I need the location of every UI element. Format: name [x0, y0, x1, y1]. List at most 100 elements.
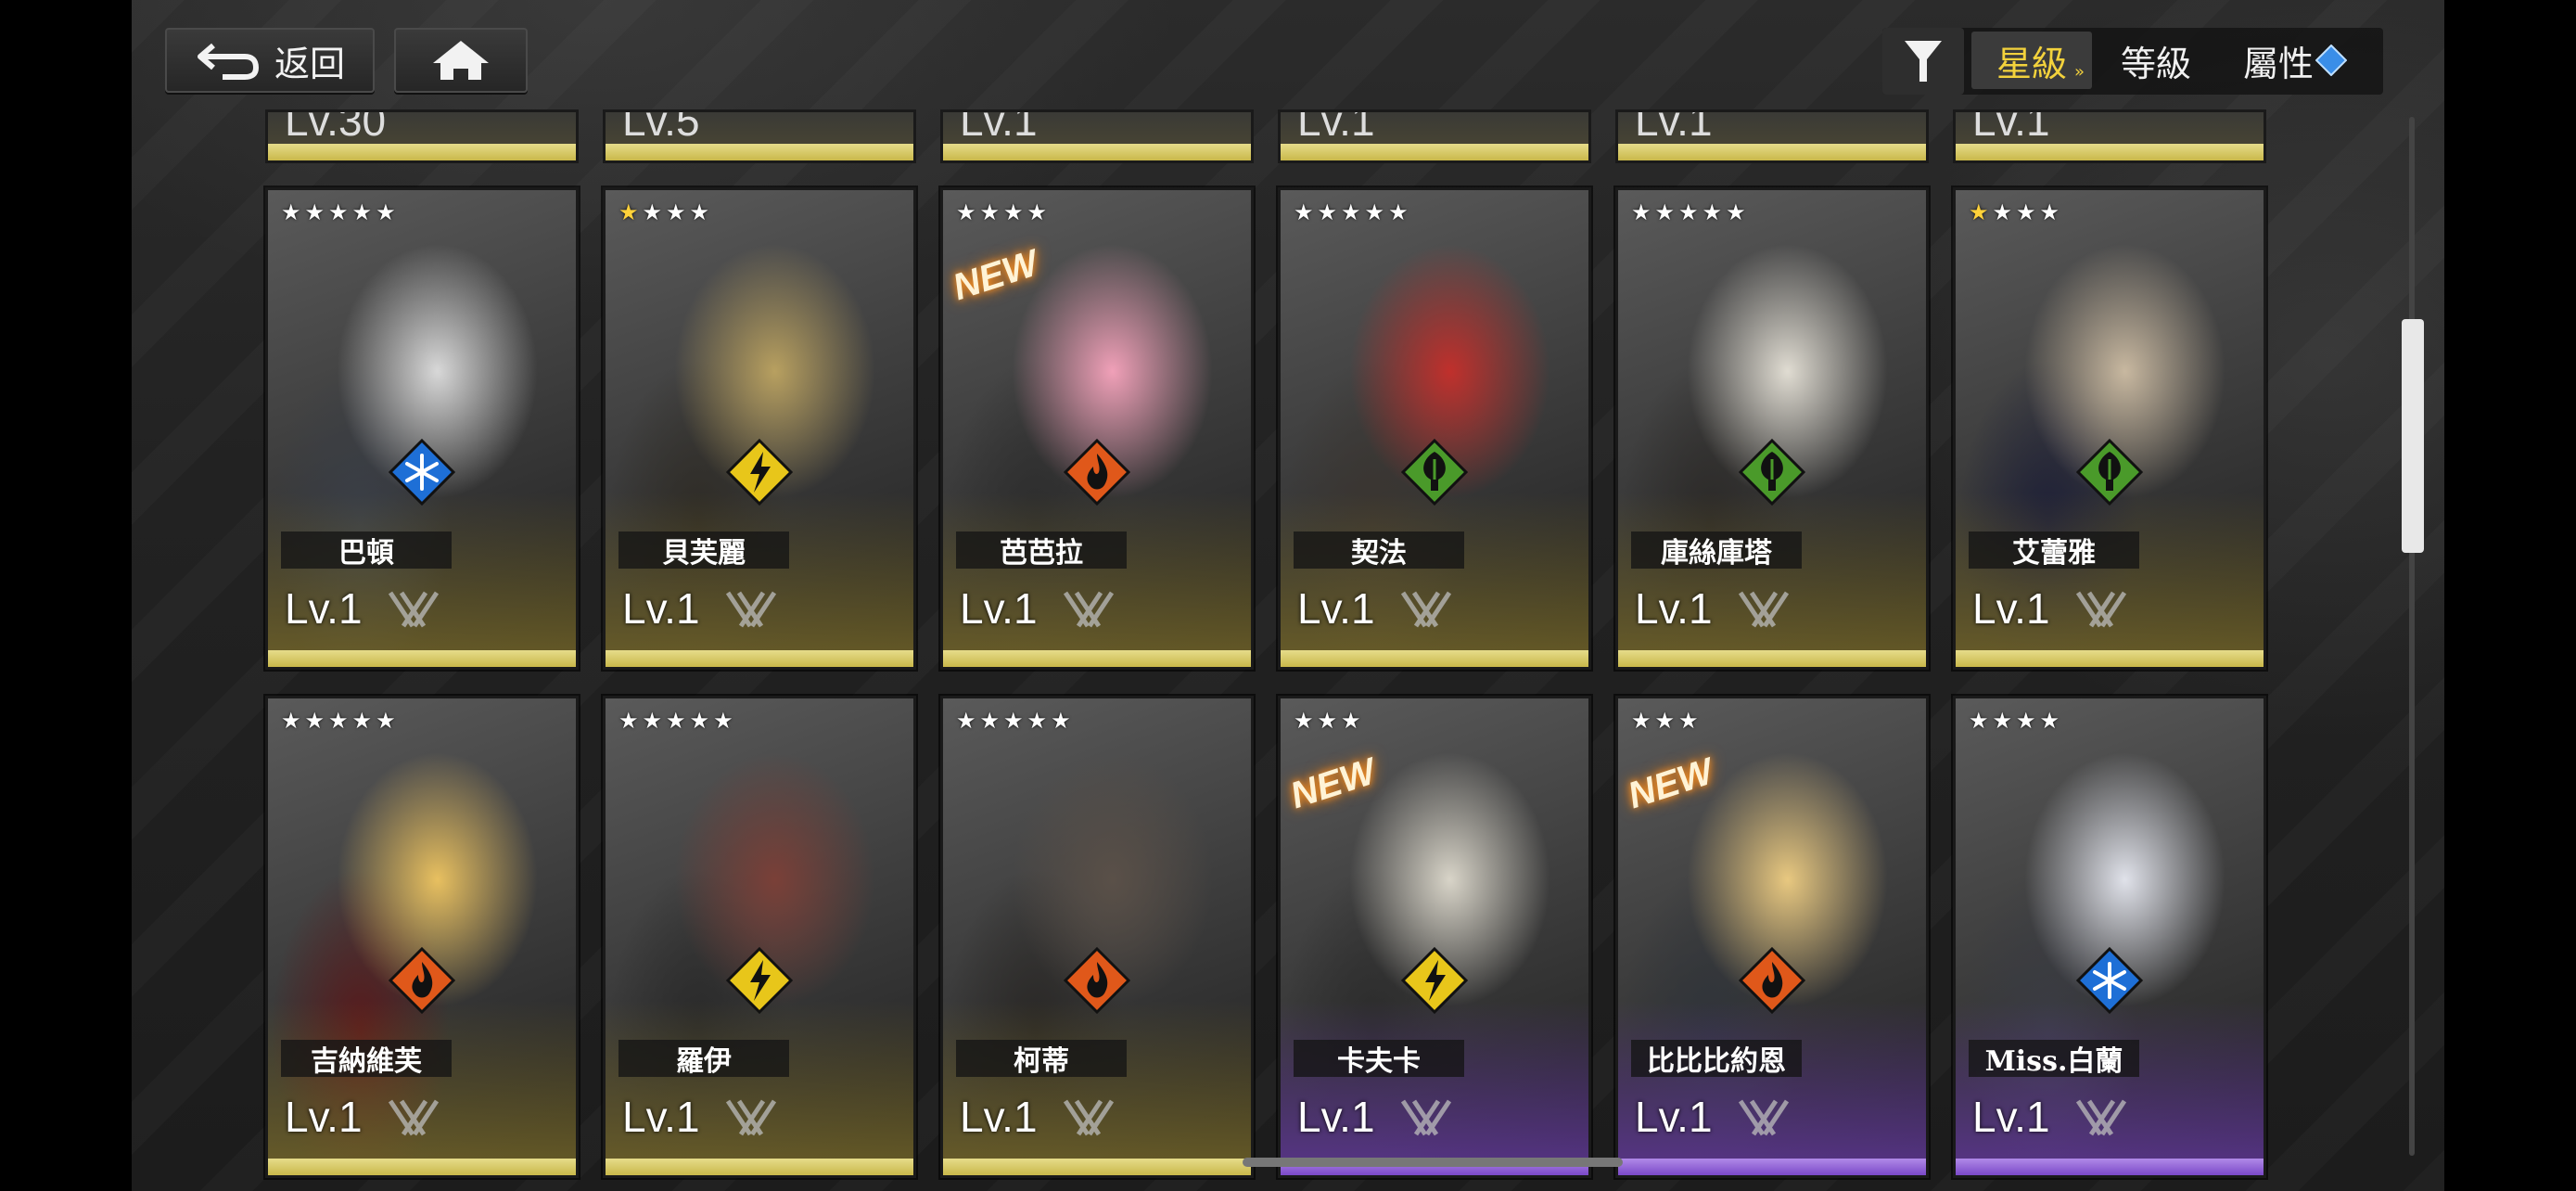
rarity-strip [1618, 650, 1926, 667]
star-rating: ★★★★★ [956, 708, 1075, 734]
limit-break-icon [725, 1099, 777, 1136]
rarity-strip [943, 650, 1251, 667]
character-name: 艾蕾雅 [1969, 531, 2139, 570]
character-card[interactable]: ★★★★ Miss.白蘭 Lv.1 [1953, 696, 2266, 1178]
character-name: 羅伊 [618, 1040, 789, 1078]
character-name: 貝芙麗 [618, 531, 789, 570]
character-level: Lv.1 [622, 1093, 700, 1141]
limit-break-icon [1400, 1099, 1452, 1136]
character-name: 吉納維芙 [281, 1040, 452, 1078]
funnel-icon [1905, 41, 1942, 82]
card-level: Lv.1 [1297, 109, 1375, 145]
star-rating: ★★★ [1631, 708, 1702, 734]
fire-element-icon [1739, 947, 1805, 1014]
partial-card[interactable]: Lv.1 [1953, 109, 2266, 163]
partial-card[interactable]: Lv.1 [1278, 109, 1591, 163]
star-rating: ★★★★ [618, 199, 714, 225]
fire-element-icon [389, 947, 455, 1014]
star-rating: ★★★★ [956, 199, 1052, 225]
star-rating: ★★★★ [1969, 708, 2064, 734]
character-card[interactable]: ★★★ NEW 卡夫卡 Lv.1 [1278, 696, 1591, 1178]
character-card[interactable]: ★★★★★ 巴頓 Lv.1 [265, 187, 579, 670]
character-level: Lv.1 [285, 584, 363, 633]
filter-button[interactable] [1882, 28, 1964, 95]
character-card[interactable]: ★★★★ NEW 芭芭拉 Lv.1 [940, 187, 1254, 670]
rarity-strip [1956, 650, 2264, 667]
limit-break-icon [1063, 591, 1115, 628]
electric-element-icon [726, 947, 793, 1014]
rarity-strip [606, 144, 913, 160]
back-button[interactable]: 返回 [165, 28, 375, 93]
character-level: Lv.1 [622, 584, 700, 633]
star-rating: ★★★★★ [1294, 199, 1412, 225]
back-arrow-icon [197, 43, 259, 80]
character-name: 庫絲庫塔 [1631, 531, 1802, 570]
limit-break-icon [1400, 591, 1452, 628]
partial-card[interactable]: Lv.1 [1615, 109, 1929, 163]
character-card[interactable]: ★★★★★ 吉納維芙 Lv.1 [265, 696, 579, 1178]
rarity-strip [943, 144, 1251, 160]
sort-by-level-button[interactable]: 等級 [2105, 32, 2207, 89]
rarity-strip [1956, 144, 2264, 160]
rarity-strip [1618, 144, 1926, 160]
rarity-strip [1281, 144, 1588, 160]
character-name: 巴頓 [281, 531, 452, 570]
character-name: 契法 [1294, 531, 1464, 570]
left-letterbox [0, 0, 132, 1191]
nature-element-icon [1401, 439, 1468, 506]
rarity-strip [606, 650, 913, 667]
sort-level-label: 等級 [2120, 43, 2191, 84]
limit-break-icon [1738, 591, 1790, 628]
limit-break-icon [2075, 591, 2127, 628]
ice-element-icon [389, 439, 455, 506]
character-name: 芭芭拉 [956, 531, 1127, 570]
character-level: Lv.1 [1972, 584, 2050, 633]
partial-card[interactable]: Lv.1 [940, 109, 1254, 163]
card-level: Lv.1 [1972, 109, 2050, 145]
rarity-strip [268, 144, 576, 160]
limit-break-icon [725, 591, 777, 628]
sort-by-attribute-button[interactable]: 屬性 [2225, 32, 2365, 89]
diamond-icon [2315, 45, 2347, 76]
character-card[interactable]: ★★★★★ 契法 Lv.1 [1278, 187, 1591, 670]
sort-attr-label: 屬性 [2242, 43, 2314, 84]
character-name: 比比比約恩 [1631, 1040, 1802, 1078]
star-rating: ★★★★ [1969, 199, 2064, 225]
character-card[interactable]: ★★★★ 貝芙麗 Lv.1 [603, 187, 916, 670]
character-card[interactable]: ★★★★★ 庫絲庫塔 Lv.1 [1615, 187, 1929, 670]
electric-element-icon [1401, 947, 1468, 1014]
character-level: Lv.1 [960, 1093, 1038, 1141]
character-level: Lv.1 [1635, 1093, 1713, 1141]
rarity-strip [606, 1159, 913, 1175]
character-card[interactable]: ★★★ NEW 比比比約恩 Lv.1 [1615, 696, 1929, 1178]
character-level: Lv.1 [1297, 584, 1375, 633]
star-rating: ★★★★★ [281, 708, 400, 734]
character-level: Lv.1 [1297, 1093, 1375, 1141]
vertical-scroll-track[interactable] [2409, 117, 2415, 1156]
sort-by-star-button[interactable]: 星級 » [1971, 32, 2092, 89]
nature-element-icon [1739, 439, 1805, 506]
home-button[interactable] [394, 28, 528, 93]
character-level: Lv.1 [1635, 584, 1713, 633]
vertical-scroll-thumb[interactable] [2402, 319, 2424, 553]
electric-element-icon [726, 439, 793, 506]
character-card[interactable]: ★★★★★ 柯蒂 Lv.1 [940, 696, 1254, 1178]
nature-element-icon [2076, 439, 2143, 506]
fire-element-icon [1064, 947, 1130, 1014]
character-card[interactable]: ★★★★★ 羅伊 Lv.1 [603, 696, 916, 1178]
character-name: 卡夫卡 [1294, 1040, 1464, 1078]
character-level: Lv.1 [960, 584, 1038, 633]
character-card[interactable]: ★★★★ 艾蕾雅 Lv.1 [1953, 187, 2266, 670]
rarity-strip [1281, 650, 1588, 667]
rarity-strip [1618, 1159, 1926, 1175]
sort-star-label: 星級 [1996, 43, 2067, 84]
star-rating: ★★★★★ [1631, 199, 1750, 225]
ice-element-icon [2076, 947, 2143, 1014]
rarity-strip [268, 1159, 576, 1175]
limit-break-icon [388, 1099, 440, 1136]
partial-card[interactable]: Lv.5 [603, 109, 916, 163]
rarity-strip [1956, 1159, 2264, 1175]
partial-card[interactable]: Lv.30 [265, 109, 579, 163]
rarity-strip [943, 1159, 1251, 1175]
character-name: Miss.白蘭 [1969, 1040, 2139, 1078]
